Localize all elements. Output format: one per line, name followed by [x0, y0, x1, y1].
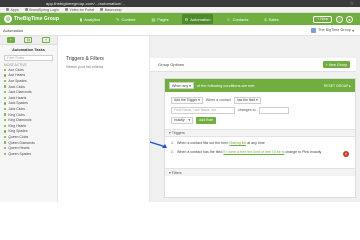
trigger-type-select[interactable]: Add the Trigger ▾: [171, 96, 203, 104]
bookmark-brandspring[interactable]: BrandSpring Login: [24, 8, 59, 12]
status-dot-icon: [4, 130, 7, 133]
status-dot-icon: [4, 90, 7, 94]
section-subtitle: Select your list criteria: [66, 65, 104, 69]
rules-list: Ace Clubs Ace Hearts Ace Spades Jack Clu…: [0, 67, 57, 157]
triggers-intro: Triggers & Filters Select your list crit…: [58, 36, 150, 202]
sidebar: + ▤ ≡ Automation Tasks Filter Rules MOST…: [0, 36, 58, 202]
nav-pages[interactable]: ▤ Pages: [149, 14, 172, 24]
browser-url[interactable]: app.thebigtimegroup.com/.../automation/.…: [46, 1, 125, 6]
user-avatar[interactable]: ●: [346, 15, 353, 23]
value-input[interactable]: [258, 106, 289, 114]
trigger-item: 2. When a contact has the field If I wer…: [171, 150, 349, 157]
account-icon: [311, 27, 317, 33]
account-switcher[interactable]: The BigTime Group ▾: [311, 27, 354, 33]
group-options-bar: Group Options + New Group: [150, 58, 356, 72]
trigger-number: 1.: [171, 140, 174, 145]
condition-group: When any ▾ of the following conditions a…: [164, 78, 356, 198]
chevron-down-icon: ▾: [351, 28, 354, 33]
section-title: Triggers & Filters: [66, 56, 104, 62]
trigger-item: 1. When a contact fills out the form Mai…: [171, 140, 265, 145]
menu-icon[interactable]: ≡: [42, 37, 51, 43]
bookmark-icon: [64, 8, 68, 11]
status-dot-icon: [4, 68, 7, 71]
changes-to-label: changes to: [238, 108, 256, 112]
status-dot-icon: [4, 79, 7, 83]
add-icon[interactable]: +: [6, 37, 15, 43]
sales-icon: $: [264, 16, 267, 22]
add-rule-button[interactable]: Add Rule: [196, 116, 216, 124]
trigger-field-link[interactable]: If I were a tree the kind of tree I'd be…: [223, 150, 284, 154]
status-dot-icon: [4, 102, 7, 105]
reset-group-link[interactable]: RESET GROUP ▸: [324, 84, 351, 88]
nav-content[interactable]: ✎ Content: [113, 14, 138, 24]
status-dot-icon: [4, 113, 7, 116]
page-title: Automation: [3, 27, 24, 33]
contact-label: When a contact: [205, 98, 231, 102]
bookmark-video-portal[interactable]: Video for Portal: [64, 8, 94, 12]
nav-right-tools: + New ? ●: [313, 15, 356, 23]
chevron-down-icon: ▾: [255, 98, 258, 102]
match-mode-select[interactable]: exactly ▾: [171, 116, 194, 124]
status-dot-icon: [4, 118, 7, 122]
group-header: When any ▾ of the following conditions a…: [165, 79, 355, 92]
match-select[interactable]: When any ▾: [169, 82, 194, 89]
analytics-icon: ▮: [79, 16, 83, 22]
contacts-icon: ☺: [226, 16, 231, 22]
rule-row-1: Add the Trigger ▾ When a contact has the…: [165, 95, 355, 105]
nav-contacts[interactable]: ☺ Contacts: [223, 14, 251, 24]
nav-automation[interactable]: ⚙ Automation: [181, 14, 214, 24]
rule-row-2: Field Name, Last Name, etc. changes to: [165, 105, 355, 115]
list-view-icon[interactable]: ▤: [24, 37, 33, 43]
nav-analytics[interactable]: ▮ Analytics: [77, 14, 103, 24]
status-dot-icon: [4, 146, 7, 150]
filter-rules-input[interactable]: Filter Rules: [4, 55, 53, 61]
condition-select[interactable]: has the field ▾: [233, 96, 261, 104]
bookmark-icon: [24, 8, 28, 11]
status-dot-icon: [4, 74, 7, 77]
logo-icon: ◎: [4, 15, 12, 23]
sidebar-title: Automation Tasks: [12, 48, 45, 52]
field-name-input[interactable]: Field Name, Last Name, etc.: [171, 106, 235, 114]
annotation-arrow-icon: [150, 141, 167, 148]
chevron-down-icon: ▾: [188, 83, 191, 88]
bookmark-basecamp[interactable]: Basecamp: [100, 8, 122, 12]
help-icon[interactable]: ?: [336, 15, 343, 23]
status-dot-icon: [4, 107, 7, 111]
content-icon: ✎: [116, 16, 120, 22]
browser-address-bar[interactable]: app.thebigtimegroup.com/.../automation/.…: [0, 0, 360, 7]
bookmark-icon: [100, 8, 104, 11]
apps-icon: [6, 8, 9, 11]
rule-row-3: exactly ▾ Add Rule: [165, 115, 355, 125]
sidebar-toolbar: + ▤ ≡: [0, 36, 57, 45]
triggers-section-header[interactable]: ▾ Triggers: [165, 129, 355, 137]
new-button[interactable]: + New: [313, 15, 332, 23]
status-dot-icon: [4, 135, 7, 139]
automation-icon: ⚙: [184, 16, 189, 22]
filters-section-header[interactable]: ▾ Filters: [165, 168, 355, 176]
list-item[interactable]: Queen Spades: [4, 151, 57, 157]
bookmark-star-icon[interactable]: ☆: [350, 1, 354, 7]
nav-sales[interactable]: $ Sales: [261, 14, 281, 24]
status-dot-icon: [4, 96, 7, 99]
pages-icon: ▤: [151, 16, 156, 22]
group-header-text: of the following conditions are met: [197, 83, 255, 88]
chevron-down-icon: ▾: [184, 118, 191, 122]
status-dot-icon: [4, 124, 7, 127]
main-navbar: ◎ TheBigTime Group ▮ Analytics ✎ Content ▤…: [0, 13, 360, 25]
app-logo[interactable]: ◎ TheBigTime Group: [4, 15, 59, 23]
breadcrumb: Automation The BigTime Group ▾: [0, 25, 360, 36]
delete-trigger-icon[interactable]: ✕: [343, 151, 349, 157]
trigger-form-link[interactable]: Mailing list: [229, 141, 246, 145]
status-dot-icon: [4, 85, 7, 88]
group-options-label: Group Options: [158, 62, 185, 67]
trigger-number: 2.: [171, 150, 174, 154]
status-dot-icon: [4, 141, 7, 144]
bookmark-apps[interactable]: Apps: [6, 8, 19, 12]
status-dot-icon: [4, 152, 7, 155]
new-group-button[interactable]: + New Group: [322, 61, 350, 68]
rules-panel: Group Options + New Group When any ▾ of …: [150, 36, 360, 202]
